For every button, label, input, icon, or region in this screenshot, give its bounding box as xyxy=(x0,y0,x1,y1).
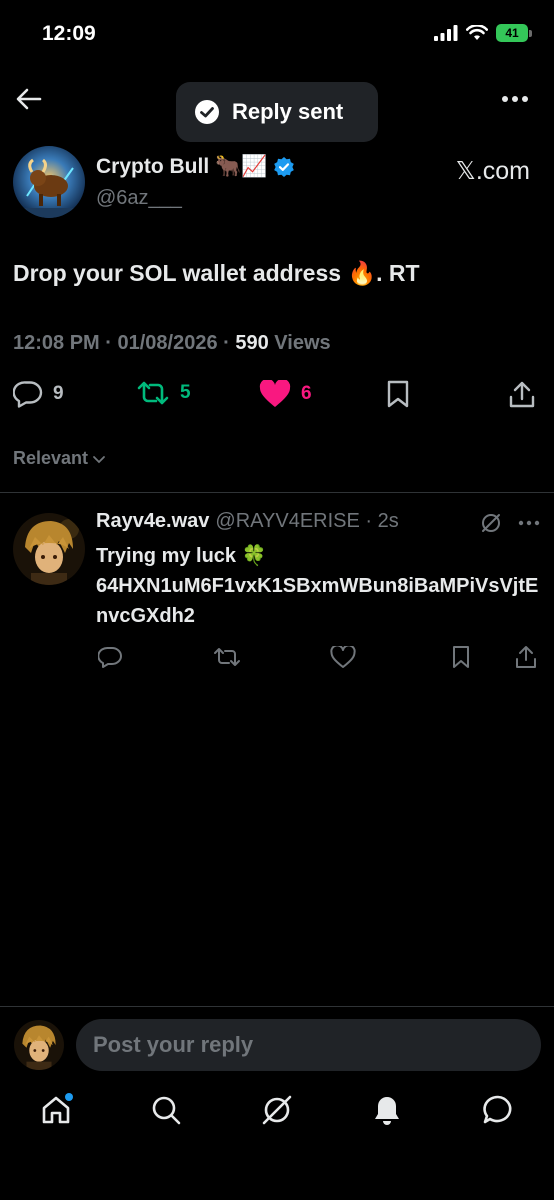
cellular-signal-icon xyxy=(434,25,458,41)
share-icon xyxy=(509,381,535,408)
bull-avatar-image xyxy=(13,146,85,218)
check-circle-icon xyxy=(195,100,219,124)
more-options-button[interactable] xyxy=(500,88,530,110)
like-action[interactable]: 6 xyxy=(259,380,312,408)
views-count: 590 xyxy=(235,332,269,354)
reply-repost-button[interactable] xyxy=(212,643,242,671)
share-icon xyxy=(516,646,536,668)
search-icon xyxy=(152,1096,181,1125)
heart-filled-icon xyxy=(259,380,291,407)
reply-actions xyxy=(0,643,554,673)
divider xyxy=(0,492,554,493)
battery-tip xyxy=(529,29,532,37)
reply-action[interactable]: 9 xyxy=(13,380,64,408)
reply-text-line: Trying my luck 🍀 xyxy=(96,545,267,567)
tweet-actions: 9 5 6 xyxy=(0,380,554,416)
sort-label: Relevant xyxy=(13,448,89,468)
repost-action[interactable]: 5 xyxy=(136,380,191,406)
reply-input[interactable] xyxy=(76,1019,541,1071)
battery-indicator: 41 xyxy=(496,24,532,42)
composer-divider xyxy=(0,1006,554,1007)
bookmark-icon xyxy=(387,380,409,408)
reply-icon xyxy=(98,646,122,668)
verified-badge-icon xyxy=(274,157,295,177)
reply-header-actions xyxy=(480,512,540,534)
author-avatar[interactable] xyxy=(13,146,85,218)
bottom-nav xyxy=(0,1090,554,1150)
nav-grok[interactable] xyxy=(257,1090,297,1130)
messages-icon xyxy=(483,1095,512,1124)
anime-avatar-image xyxy=(14,1020,64,1070)
tweet-meta: 12:08 PM · 01/08/2026 · 590 Views xyxy=(13,332,331,355)
author-handle[interactable]: @6az___ xyxy=(96,187,182,210)
reply-text: Trying my luck 🍀 64HXN1uM6F1vxK1SBxmWBun… xyxy=(96,541,546,631)
bookmark-icon xyxy=(453,646,469,668)
reply-sent-toast: Reply sent xyxy=(176,82,378,142)
chevron-down-icon xyxy=(93,455,105,463)
reply-reply-button[interactable] xyxy=(95,643,125,671)
tweet-text: Drop your SOL wallet address 🔥. RT xyxy=(13,260,420,286)
reply-count: 9 xyxy=(53,383,64,404)
back-button[interactable] xyxy=(14,84,44,114)
grok-icon xyxy=(262,1095,292,1125)
tweet-timestamp: 12:08 PM · 01/08/2026 · xyxy=(13,332,236,354)
toast-text: Reply sent xyxy=(232,99,344,124)
nav-home[interactable] xyxy=(36,1090,76,1130)
repost-count: 5 xyxy=(180,382,191,403)
repost-icon xyxy=(214,648,240,666)
anime-avatar-image xyxy=(13,513,85,585)
heart-icon xyxy=(330,646,356,668)
grok-icon[interactable] xyxy=(480,512,502,534)
status-icons: 41 xyxy=(434,24,532,42)
sort-replies-dropdown[interactable]: Relevant xyxy=(13,448,106,469)
status-bar: 12:09 41 xyxy=(0,0,554,70)
nav-notifications[interactable] xyxy=(367,1090,407,1130)
share-action[interactable] xyxy=(508,380,536,410)
repost-icon xyxy=(137,381,169,405)
arrow-left-icon xyxy=(16,88,42,110)
more-horizontal-icon[interactable] xyxy=(518,520,540,526)
reply-author-name[interactable]: Rayv4e.wav xyxy=(96,510,209,533)
bookmark-action[interactable] xyxy=(385,380,411,408)
reply-icon xyxy=(13,381,43,408)
reply-avatar[interactable] xyxy=(13,513,85,585)
notification-dot xyxy=(65,1093,73,1101)
views-label: Views xyxy=(268,332,331,354)
reply-bookmark-button[interactable] xyxy=(446,643,476,671)
source-label[interactable]: 𝕏.com xyxy=(456,156,530,186)
reply-like-button[interactable] xyxy=(328,643,358,671)
notifications-icon xyxy=(375,1097,399,1125)
battery-level: 41 xyxy=(496,24,528,42)
author-name-row[interactable]: Crypto Bull 🐂📈 xyxy=(96,155,295,179)
reply-header: Rayv4e.wav @RAYV4ERISE · 2s xyxy=(96,510,399,533)
more-horizontal-icon xyxy=(502,96,528,102)
nav-search[interactable] xyxy=(146,1090,186,1130)
wifi-icon xyxy=(466,25,488,40)
like-count: 6 xyxy=(301,383,312,404)
author-name[interactable]: Crypto Bull 🐂📈 xyxy=(96,155,267,179)
nav-messages[interactable] xyxy=(478,1090,518,1130)
reply-author-handle[interactable]: @RAYV4ERISE · 2s xyxy=(215,510,398,533)
status-time: 12:09 xyxy=(42,22,96,45)
reply-wallet-address: 64HXN1uM6F1vxK1SBxmWBun8iBaMPiVsVjtEnvcG… xyxy=(96,575,539,627)
composer-avatar[interactable] xyxy=(14,1020,64,1070)
reply-share-button[interactable] xyxy=(511,643,541,671)
